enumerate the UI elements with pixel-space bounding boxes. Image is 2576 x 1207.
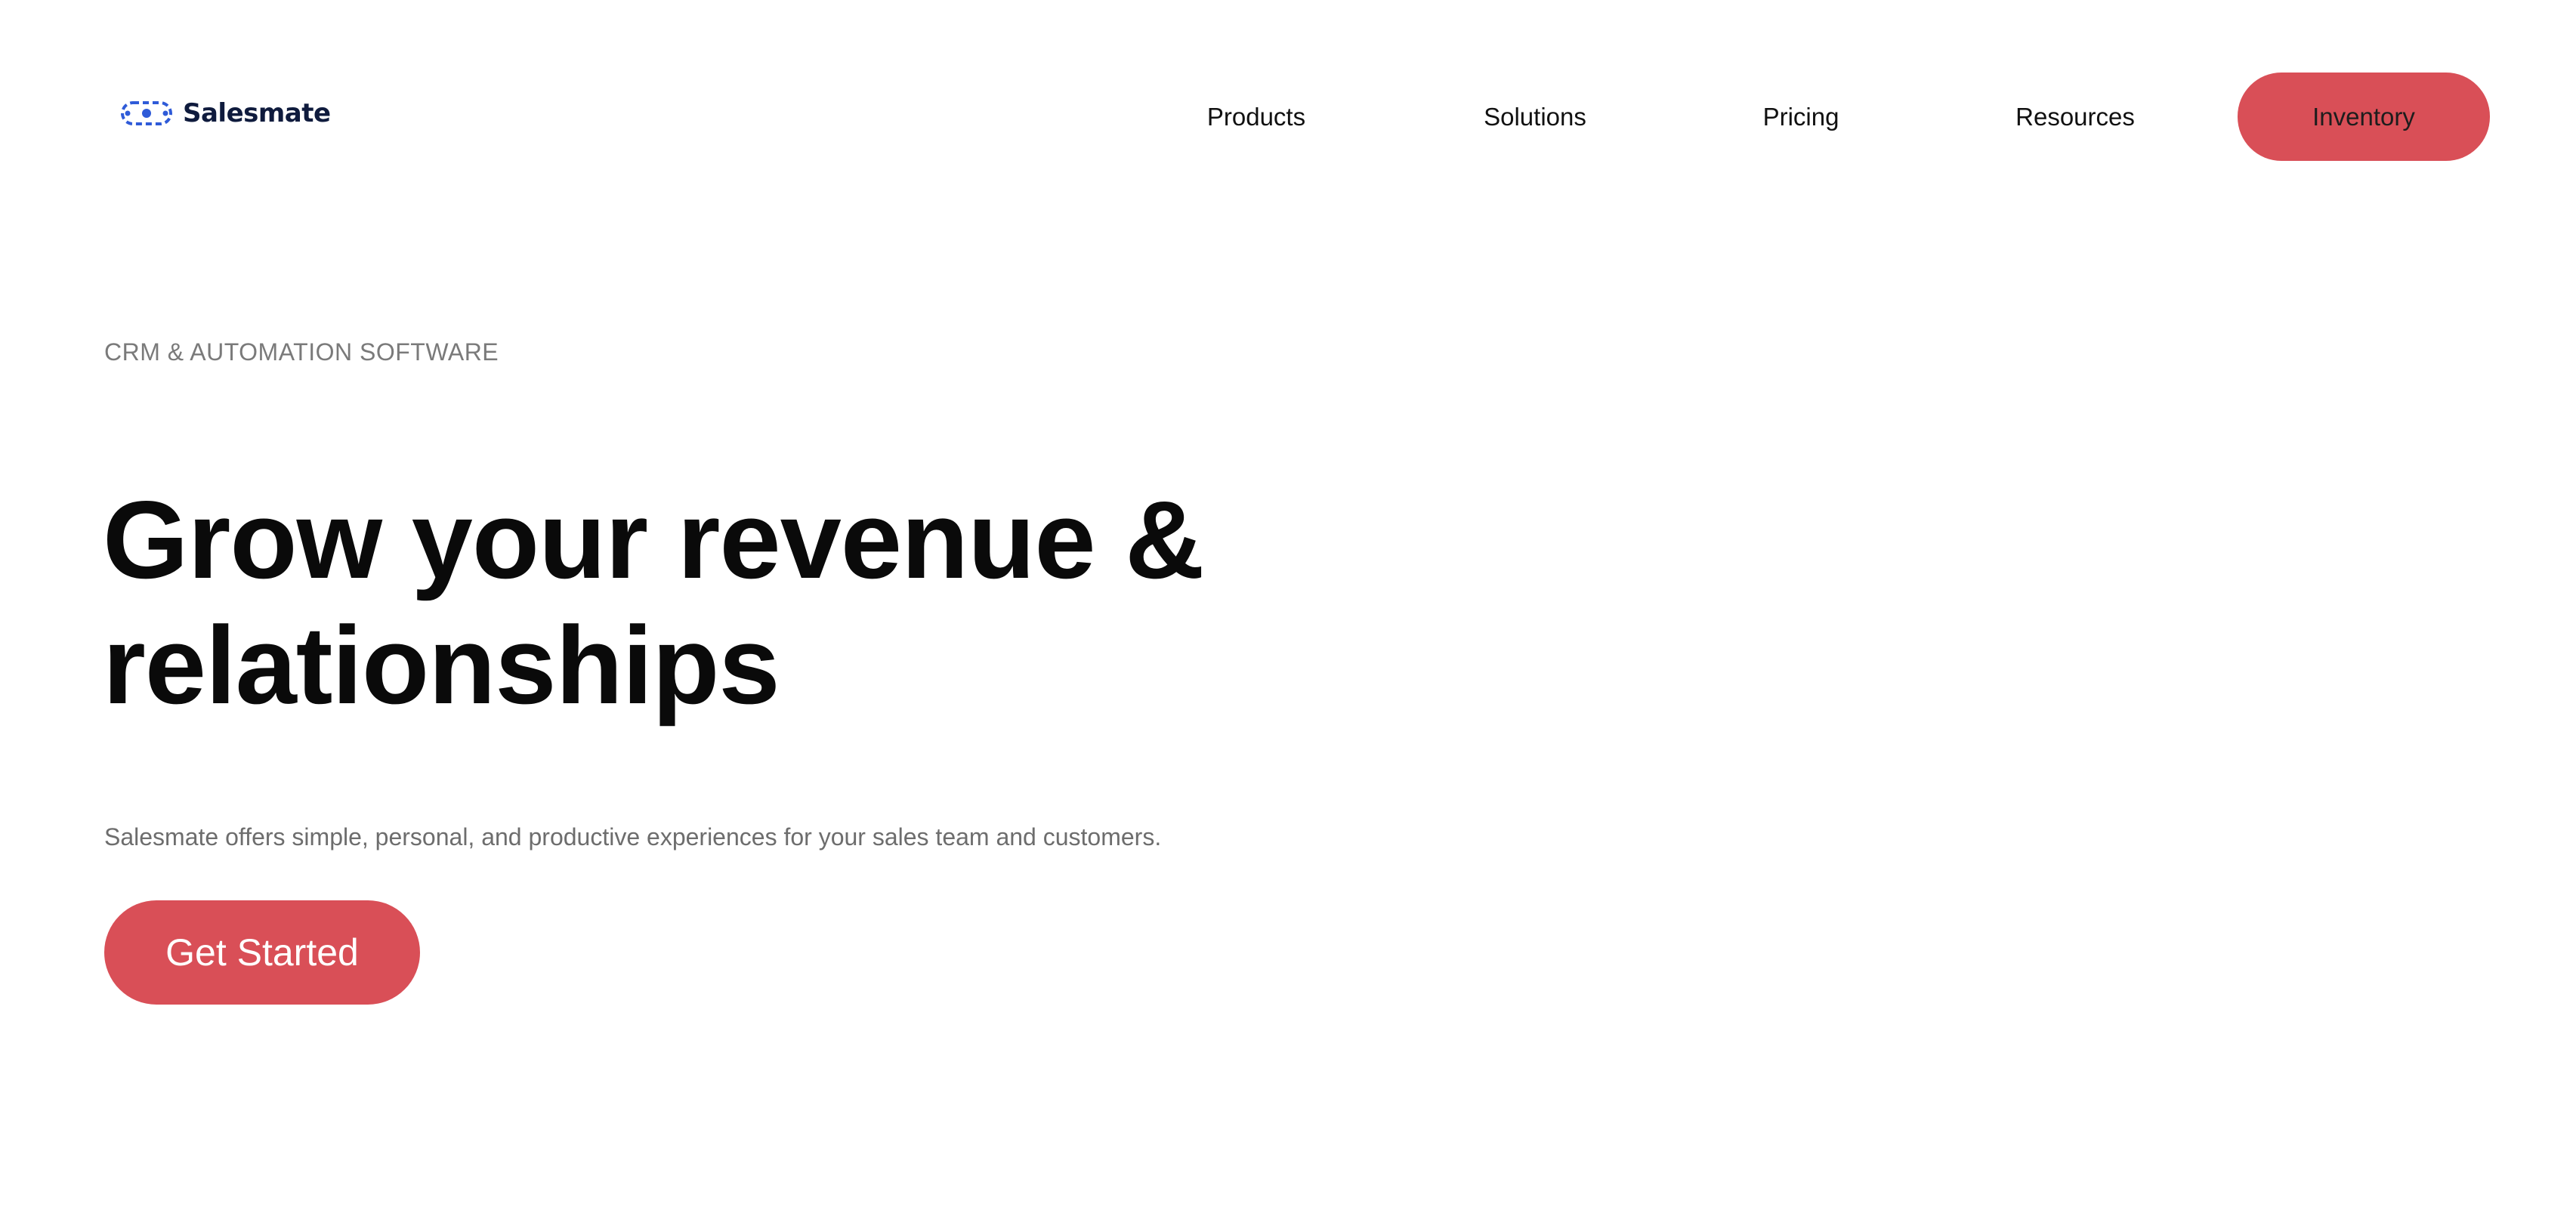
salesmate-logo-icon: [121, 101, 172, 125]
site-header: Salesmate Products Solutions Pricing Res…: [0, 0, 2576, 234]
brand-name: Salesmate: [183, 98, 331, 128]
brand-logo-link[interactable]: Salesmate: [121, 95, 331, 131]
get-started-button[interactable]: Get Started: [104, 900, 420, 1005]
hero-subtext: Salesmate offers simple, personal, and p…: [104, 823, 1162, 850]
inventory-button[interactable]: Inventory: [2238, 73, 2490, 161]
nav-item-pricing[interactable]: Pricing: [1763, 73, 1839, 162]
hero-eyebrow: CRM & AUTOMATION SOFTWARE: [104, 338, 499, 366]
hero-headline: Grow your revenue & relationships: [103, 478, 1205, 727]
nav-item-products[interactable]: Products: [1206, 73, 1307, 162]
nav-item-resources[interactable]: Resources: [2015, 73, 2135, 162]
nav-item-solutions[interactable]: Solutions: [1484, 73, 1586, 162]
